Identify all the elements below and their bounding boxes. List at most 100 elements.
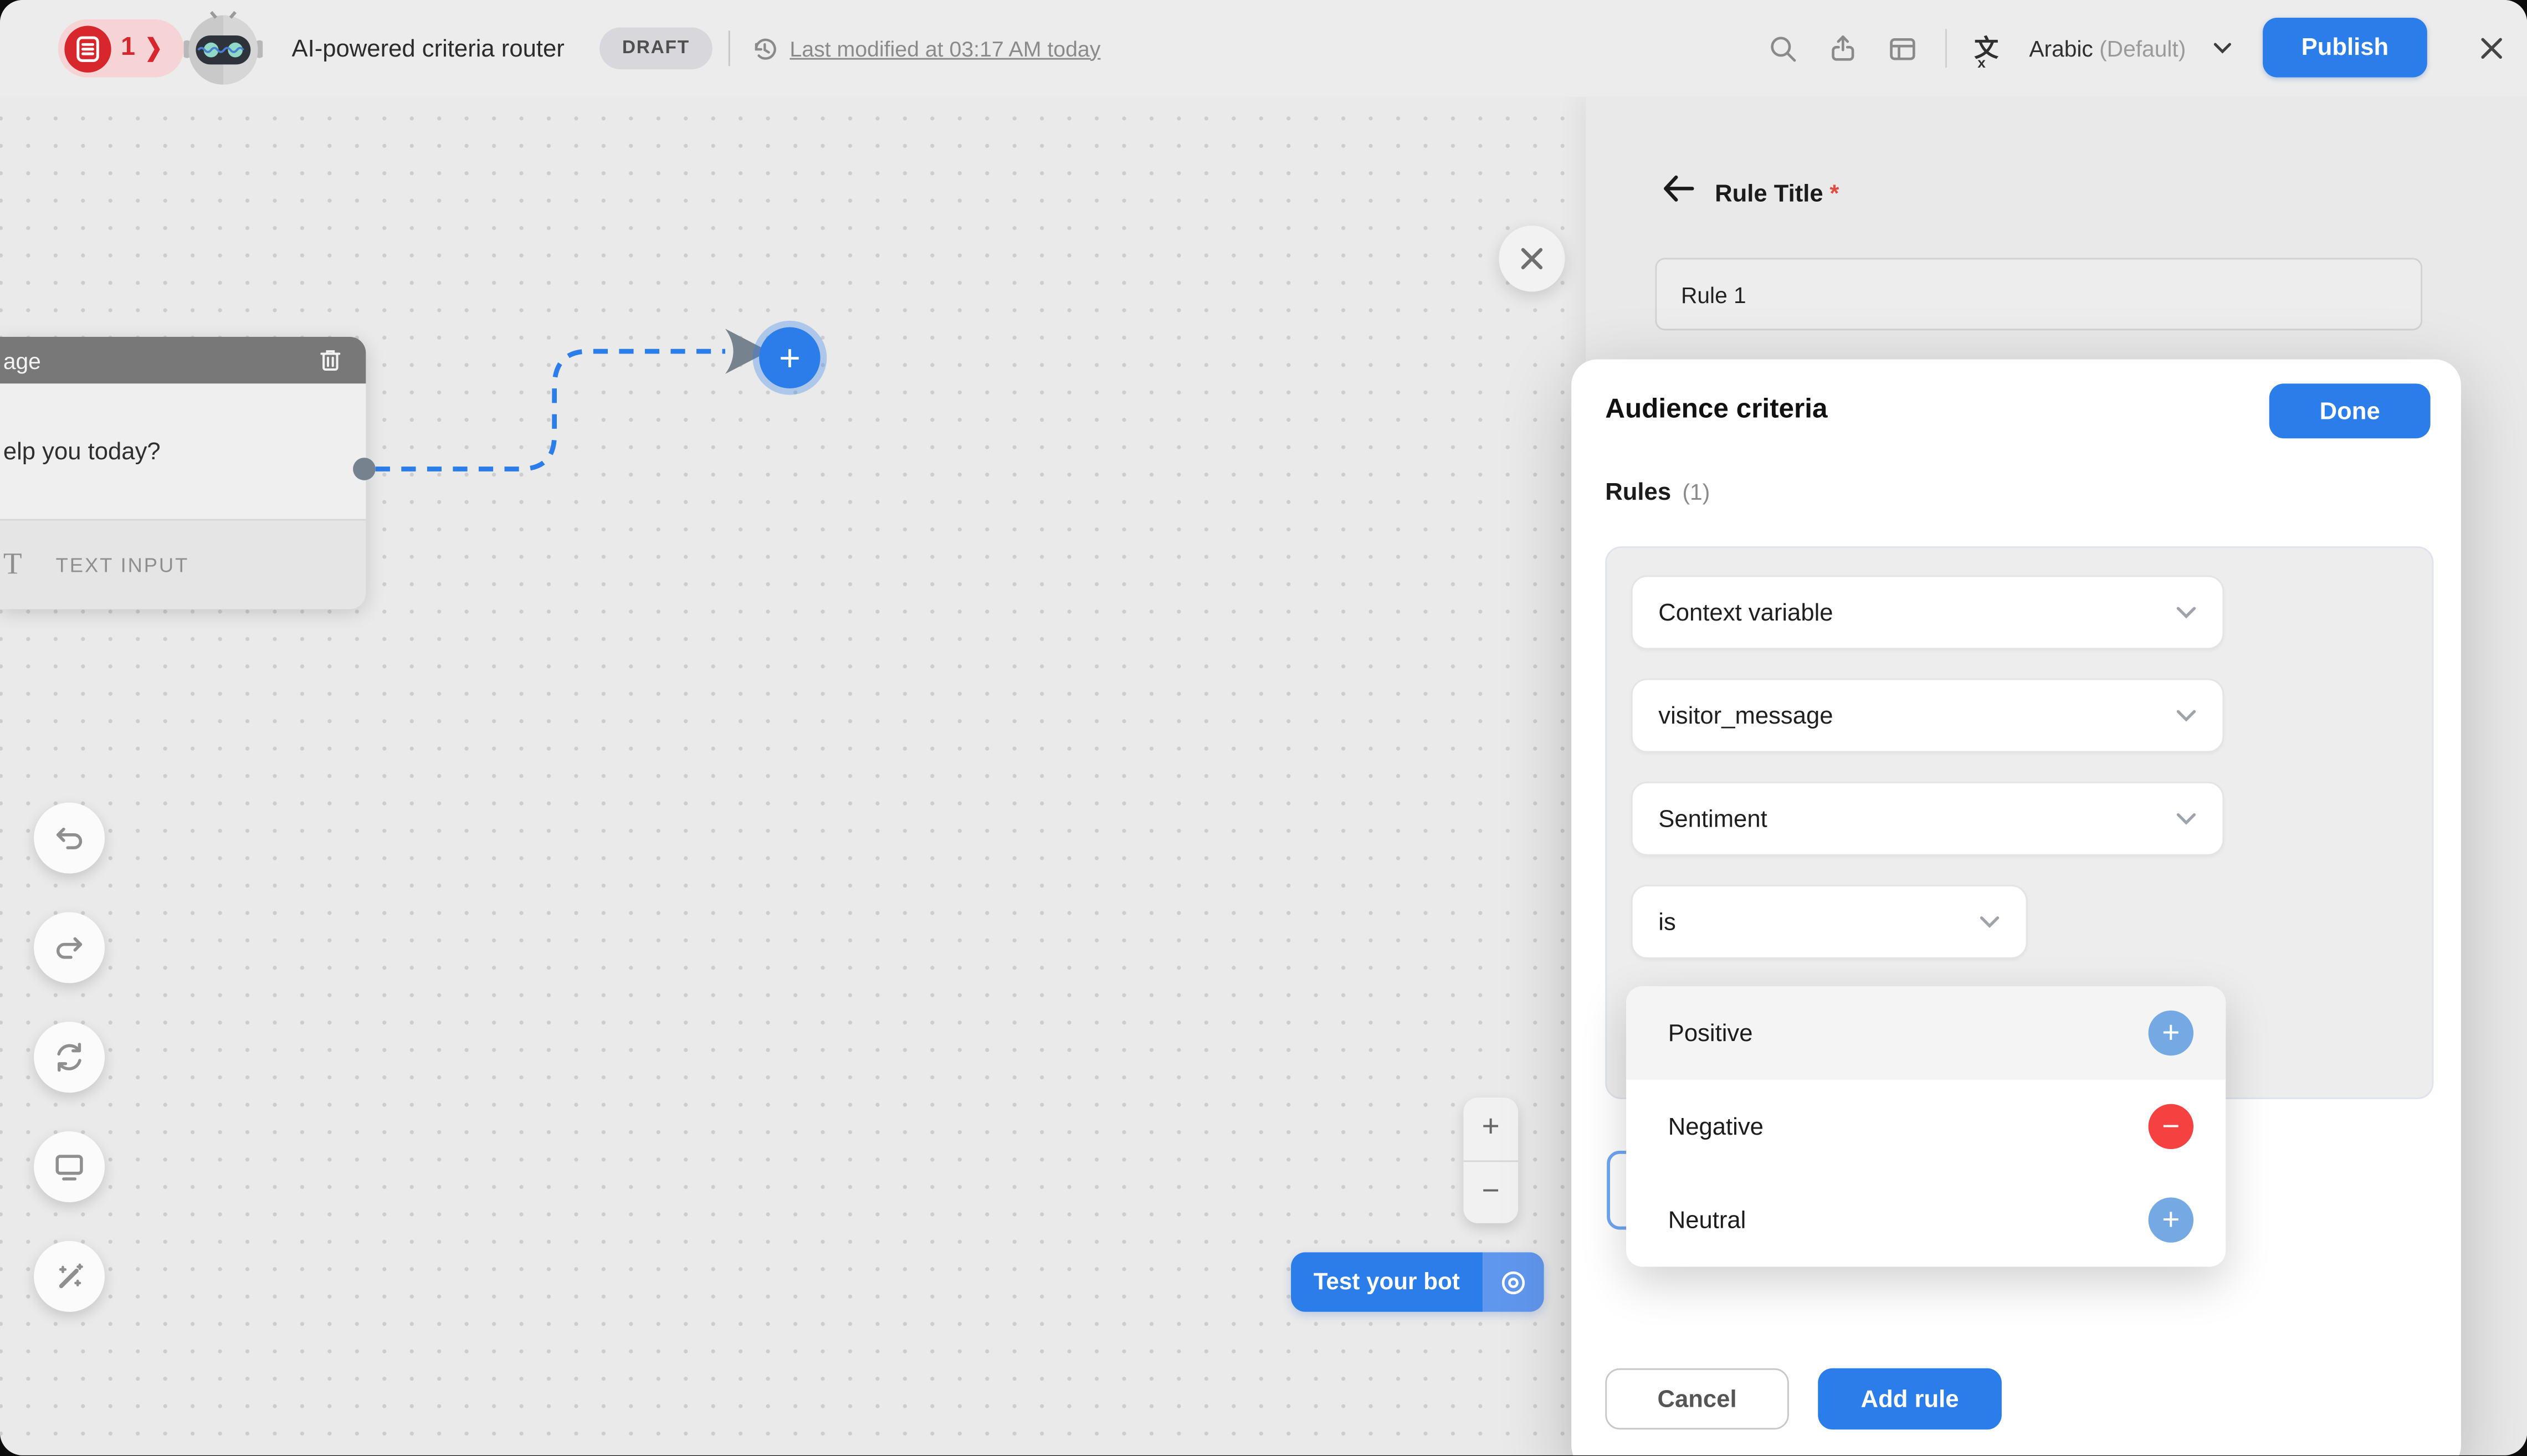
- criteria-type-select[interactable]: Context variable: [1631, 575, 2224, 649]
- last-modified-text: Last modified at 03:17 AM today: [790, 36, 1100, 60]
- chevron-down-icon: [2176, 606, 2197, 619]
- language-selector[interactable]: Arabic (Default): [2029, 35, 2186, 61]
- magic-wand-icon: [52, 1259, 87, 1294]
- trash-icon[interactable]: [319, 348, 342, 372]
- variable-select[interactable]: visitor_message: [1631, 679, 2224, 753]
- app-window: age elp you today? T TEXT INPUT +: [0, 0, 2527, 1455]
- plus-icon: +: [1482, 1111, 1500, 1146]
- audience-criteria-modal: Audience criteria Done Rules (1) Context …: [1571, 360, 2461, 1455]
- eye-icon: [1499, 1268, 1528, 1296]
- add-value-icon[interactable]: +: [2149, 1197, 2193, 1242]
- preview-eye-button[interactable]: [1483, 1252, 1544, 1312]
- sync-button[interactable]: [34, 1022, 105, 1093]
- message-node-card[interactable]: age elp you today? T TEXT INPUT: [0, 337, 366, 608]
- connector-line: [0, 97, 1586, 1455]
- option-label: Positive: [1668, 1019, 1753, 1047]
- bot-title: AI-powered criteria router: [292, 0, 565, 97]
- version-history-link[interactable]: Last modified at 03:17 AM today: [751, 0, 1101, 97]
- bot-avatar[interactable]: [184, 9, 263, 89]
- selected-value: visitor_message: [1658, 702, 1833, 729]
- zoom-out-button[interactable]: −: [1463, 1161, 1518, 1223]
- selected-value: Context variable: [1658, 599, 1833, 626]
- chevron-right-icon: ❯: [145, 34, 163, 64]
- test-your-bot-button[interactable]: Test your bot: [1291, 1252, 1544, 1312]
- text-input-section[interactable]: T TEXT INPUT: [0, 519, 366, 609]
- layout-icon: [1887, 33, 1917, 64]
- operator-select[interactable]: is: [1631, 885, 2028, 959]
- done-button[interactable]: Done: [2269, 383, 2431, 438]
- minus-icon: −: [2162, 1111, 2180, 1142]
- chevron-down-icon: [2176, 812, 2197, 825]
- required-asterisk: *: [1829, 181, 1839, 208]
- sync-icon: [52, 1039, 87, 1075]
- plus-icon: +: [779, 339, 801, 376]
- divider: [1945, 29, 1947, 68]
- plus-icon: +: [2162, 1204, 2180, 1235]
- modal-title: Audience criteria: [1605, 393, 1827, 425]
- flow-canvas[interactable]: age elp you today? T TEXT INPUT +: [0, 97, 1586, 1455]
- analysis-type-select[interactable]: Sentiment: [1631, 782, 2224, 856]
- option-negative[interactable]: Negative −: [1626, 1080, 2226, 1173]
- issues-count: 1: [121, 34, 135, 63]
- close-icon: [2479, 35, 2505, 61]
- rule-title-label: Rule Title*: [1715, 181, 1839, 208]
- share-icon: [1827, 33, 1857, 64]
- remove-value-icon[interactable]: −: [2149, 1104, 2193, 1149]
- add-node-button[interactable]: +: [752, 321, 827, 395]
- robot-icon: [184, 9, 263, 89]
- text-input-label: TEXT INPUT: [56, 553, 189, 576]
- chevron-down-icon: [1979, 915, 2000, 928]
- node-output-port[interactable]: [353, 458, 376, 480]
- monitor-icon: [52, 1149, 87, 1185]
- document-icon: [76, 35, 100, 62]
- zoom-controls: + −: [1463, 1098, 1518, 1223]
- zoom-in-button[interactable]: +: [1463, 1098, 1518, 1160]
- undo-icon: [52, 821, 87, 856]
- plus-icon: +: [2162, 1018, 2180, 1048]
- share-button[interactable]: [1826, 32, 1858, 64]
- rules-label: Rules: [1605, 479, 1671, 506]
- canvas-close-button[interactable]: [1499, 225, 1565, 291]
- option-label: Negative: [1668, 1113, 1764, 1140]
- preview-screen-button[interactable]: [34, 1131, 105, 1202]
- close-icon: [1520, 247, 1544, 271]
- topbar-actions: 文 x Arabic (Default): [1766, 0, 2232, 97]
- issues-counter-button[interactable]: 1 ❯: [58, 19, 184, 78]
- rule-title-input[interactable]: [1655, 258, 2422, 330]
- ai-assist-button[interactable]: [34, 1241, 105, 1312]
- undo-button[interactable]: [34, 803, 105, 874]
- search-button[interactable]: [1766, 32, 1798, 64]
- language-value: Arabic: [2029, 35, 2093, 61]
- selected-value: Sentiment: [1658, 805, 1767, 832]
- option-label: Neutral: [1668, 1206, 1746, 1233]
- add-rule-button[interactable]: Add rule: [1818, 1368, 2002, 1430]
- rules-count-badge: (1): [1682, 479, 1710, 505]
- translate-icon[interactable]: 文 x: [1974, 36, 1998, 60]
- issues-badge: [64, 25, 111, 71]
- minus-icon: −: [1482, 1175, 1500, 1210]
- chevron-down-icon[interactable]: [2213, 42, 2233, 55]
- chevron-down-icon: [2176, 709, 2197, 722]
- publish-button[interactable]: Publish: [2263, 18, 2427, 78]
- add-value-icon[interactable]: +: [2149, 1011, 2193, 1055]
- node-title: age: [0, 347, 41, 373]
- back-button[interactable]: [1657, 168, 1699, 210]
- cancel-button[interactable]: Cancel: [1605, 1368, 1789, 1430]
- canvas-toolbar: [34, 803, 105, 1312]
- translate-glyph-sub: x: [1977, 55, 1986, 70]
- option-neutral[interactable]: Neutral +: [1626, 1173, 2226, 1267]
- redo-icon: [52, 930, 87, 965]
- message-text: elp you today?: [0, 438, 161, 465]
- rules-heading: Rules (1): [1605, 479, 1710, 506]
- arrow-left-icon: [1661, 174, 1695, 203]
- test-your-bot-label[interactable]: Test your bot: [1291, 1252, 1482, 1312]
- sentiment-options-dropdown: Positive + Negative − Neutral +: [1626, 986, 2226, 1267]
- window-close-button[interactable]: [2472, 29, 2511, 68]
- option-positive[interactable]: Positive +: [1626, 986, 2226, 1080]
- message-node-header[interactable]: age: [0, 337, 366, 383]
- layout-panel-button[interactable]: [1885, 32, 1918, 64]
- redo-button[interactable]: [34, 912, 105, 983]
- status-badge: DRAFT: [599, 27, 713, 69]
- divider: [729, 30, 730, 66]
- history-icon: [751, 35, 778, 62]
